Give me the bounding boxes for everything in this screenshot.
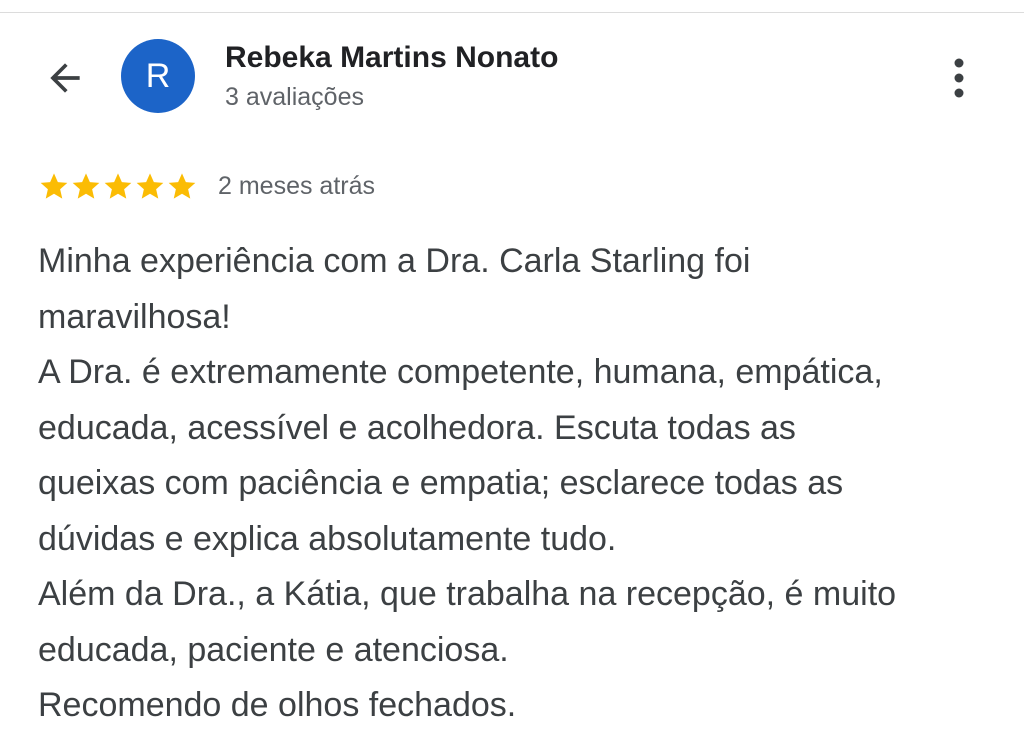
review-header: R Rebeka Martins Nonato 3 avaliações (0, 13, 1024, 143)
star-icon (40, 173, 68, 199)
star-icon (104, 173, 132, 199)
avatar-initial: R (145, 56, 171, 95)
star-icon (72, 173, 100, 199)
star-icon (136, 173, 164, 199)
review-text-line: dúvidas e explica absolutamente tudo. (38, 519, 617, 558)
star-rating (38, 170, 198, 202)
back-button[interactable] (40, 53, 90, 103)
more-vertical-icon (954, 58, 964, 98)
review-text-line: Minha experiência com a Dra. Carla Starl… (38, 242, 751, 280)
review-text-line: educada, acessível e acolhedora. Escuta … (38, 408, 796, 447)
rating-row: 2 meses atrás (38, 168, 375, 204)
top-divider (0, 0, 1024, 13)
avatar[interactable]: R (121, 39, 195, 113)
review-text-line: educada, paciente e atenciosa. (38, 630, 509, 669)
review-text-line: queixas com paciência e empatia; esclare… (38, 464, 844, 502)
arrow-back-icon (50, 63, 80, 93)
review-text-line: Além da Dra., a Kátia, que trabalha na r… (38, 575, 897, 613)
reviewer-name[interactable]: Rebeka Martins Nonato (225, 41, 558, 75)
review-text-line: Recomendo de olhos fechados. (38, 686, 517, 724)
review-text-line: A Dra. é extremamente competente, humana… (38, 353, 883, 391)
star-icon (168, 173, 196, 199)
review-text: Minha experiência com a Dra. Carla Starl… (38, 234, 998, 734)
review-date: 2 meses atrás (218, 171, 376, 200)
more-options-button[interactable] (935, 53, 983, 103)
reviewer-review-count: 3 avaliações (225, 83, 364, 111)
review-text-line: maravilhosa! (38, 297, 231, 336)
